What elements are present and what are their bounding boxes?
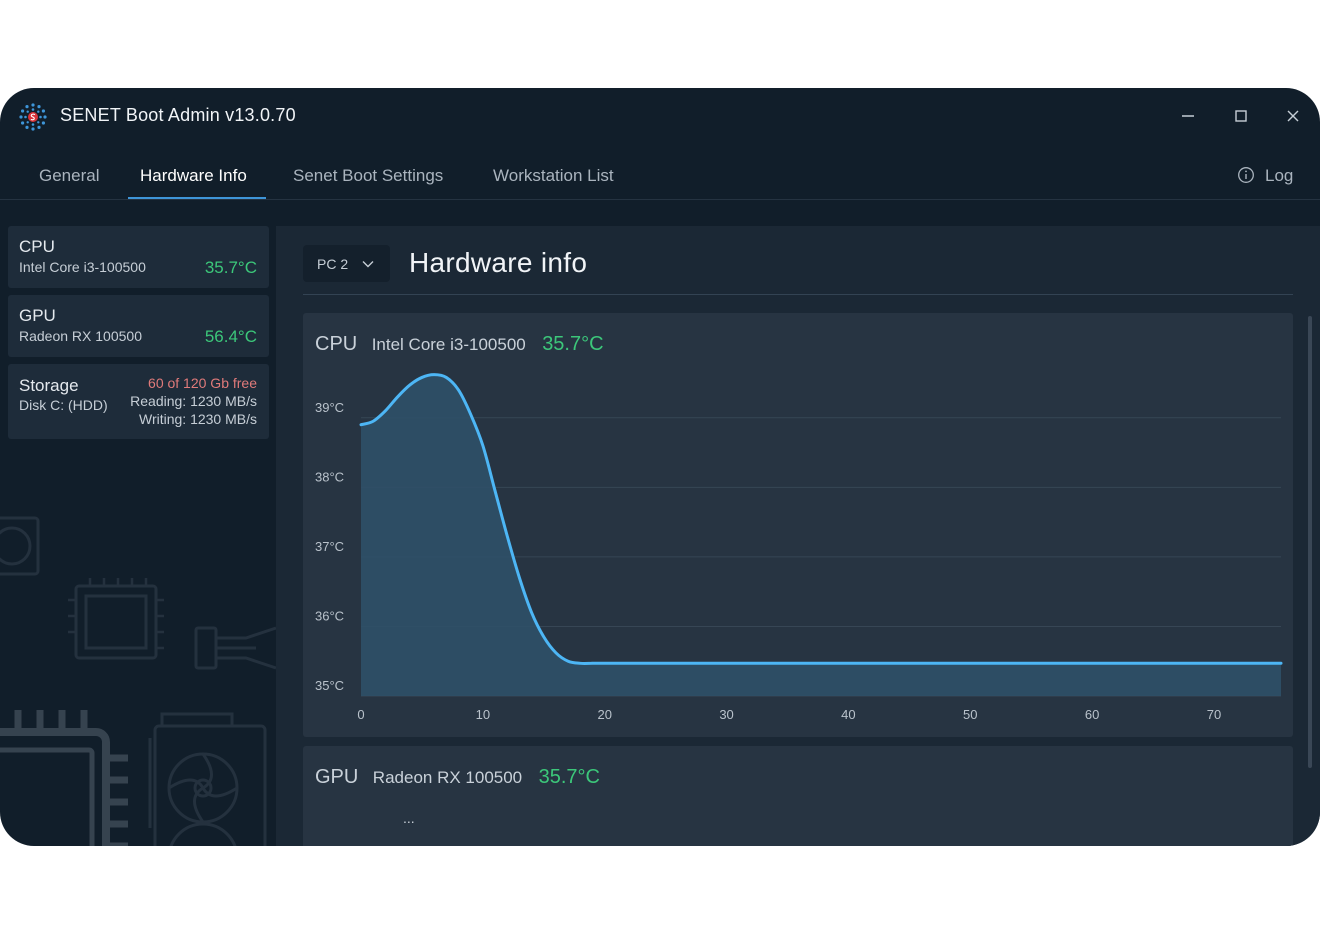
gpu-chart-temp: 35.7°C — [538, 766, 600, 788]
pc-select-dropdown[interactable]: PC 2 — [303, 245, 390, 282]
storage-reading-speed: Reading: 1230 MB/s — [130, 393, 257, 409]
cpu-card-model: Intel Core i3-100500 — [19, 259, 146, 275]
x-tick-label: 60 — [1085, 707, 1099, 722]
gpu-chart-placeholder: ... — [403, 810, 415, 826]
gpu-card-model: Radeon RX 100500 — [19, 328, 142, 344]
storage-card-title: Storage — [19, 376, 79, 395]
y-tick-label: 37°C — [315, 539, 344, 554]
gpu-chart-header: GPU Radeon RX 100500 35.7°C — [315, 766, 600, 789]
info-icon — [1238, 167, 1254, 183]
tab-workstation-list[interactable]: Workstation List — [493, 166, 614, 186]
y-tick-label: 38°C — [315, 469, 344, 484]
active-tab-indicator — [128, 197, 266, 199]
y-tick-label: 35°C — [315, 678, 344, 693]
cpu-temp-area — [361, 374, 1281, 696]
hardware-info-panel: PC 2 Hardware info CPU Intel Core i3-100… — [276, 226, 1320, 846]
x-tick-label: 0 — [357, 707, 364, 722]
y-tick-label: 36°C — [315, 608, 344, 623]
title-divider — [303, 294, 1293, 295]
x-tick-label: 10 — [476, 707, 490, 722]
gpu-card-temp: 56.4°C — [204, 327, 257, 346]
maximize-icon[interactable] — [1229, 104, 1253, 128]
app-title: SENET Boot Admin v13.0.70 — [60, 105, 296, 125]
y-tick-label: 39°C — [315, 400, 344, 415]
senet-logo-icon — [19, 103, 47, 131]
scrollbar[interactable] — [1308, 316, 1312, 768]
cpu-chart-card: CPU Intel Core i3-100500 35.7°C 35°C 36°C… — [303, 313, 1293, 737]
hardware-illustration-icon — [0, 516, 277, 846]
log-label: Log — [1265, 166, 1294, 185]
tab-senet-boot-settings[interactable]: Senet Boot Settings — [293, 166, 443, 186]
x-tick-label: 20 — [597, 707, 611, 722]
tab-general[interactable]: General — [39, 166, 99, 186]
storage-summary-card[interactable]: Storage Disk C: (HDD) 60 of 120 Gb free … — [8, 364, 269, 439]
storage-writing-speed: Writing: 1230 MB/s — [138, 411, 257, 427]
gpu-chart-model: Radeon RX 100500 — [372, 768, 523, 787]
gpu-card-title: GPU — [19, 306, 56, 325]
gpu-chart-type: GPU — [315, 766, 359, 788]
page-title: Hardware info — [409, 247, 588, 278]
title-bar: SENET Boot Admin v13.0.70 — [0, 88, 1320, 144]
minimize-icon[interactable] — [1176, 104, 1200, 128]
cpu-summary-card[interactable]: CPU Intel Core i3-100500 35.7°C — [8, 226, 269, 288]
x-tick-label: 30 — [719, 707, 733, 722]
x-tick-label: 70 — [1207, 707, 1221, 722]
storage-free-space: 60 of 120 Gb free — [148, 375, 257, 391]
cpu-temperature-chart: 35°C 36°C 37°C 38°C 39°C 0 10 20 30 40 50 60 70 — [315, 373, 1283, 722]
gpu-chart-card: GPU Radeon RX 100500 35.7°C ... — [303, 746, 1293, 846]
cpu-card-temp: 35.7°C — [204, 258, 257, 277]
cpu-card-title: CPU — [19, 237, 55, 256]
app-window: SENET Boot Admin v13.0.70 General Hardwa… — [0, 88, 1320, 846]
gpu-summary-card[interactable]: GPU Radeon RX 100500 56.4°C — [8, 295, 269, 357]
close-icon[interactable] — [1281, 104, 1305, 128]
x-tick-label: 50 — [963, 707, 977, 722]
x-tick-label: 40 — [841, 707, 855, 722]
chevron-down-icon — [362, 261, 374, 268]
tab-bar: General Hardware Info Senet Boot Setting… — [0, 144, 1320, 200]
storage-card-disk: Disk C: (HDD) — [19, 397, 108, 413]
pc-select-value: PC 2 — [317, 256, 349, 272]
tab-hardware-info[interactable]: Hardware Info — [140, 166, 247, 186]
